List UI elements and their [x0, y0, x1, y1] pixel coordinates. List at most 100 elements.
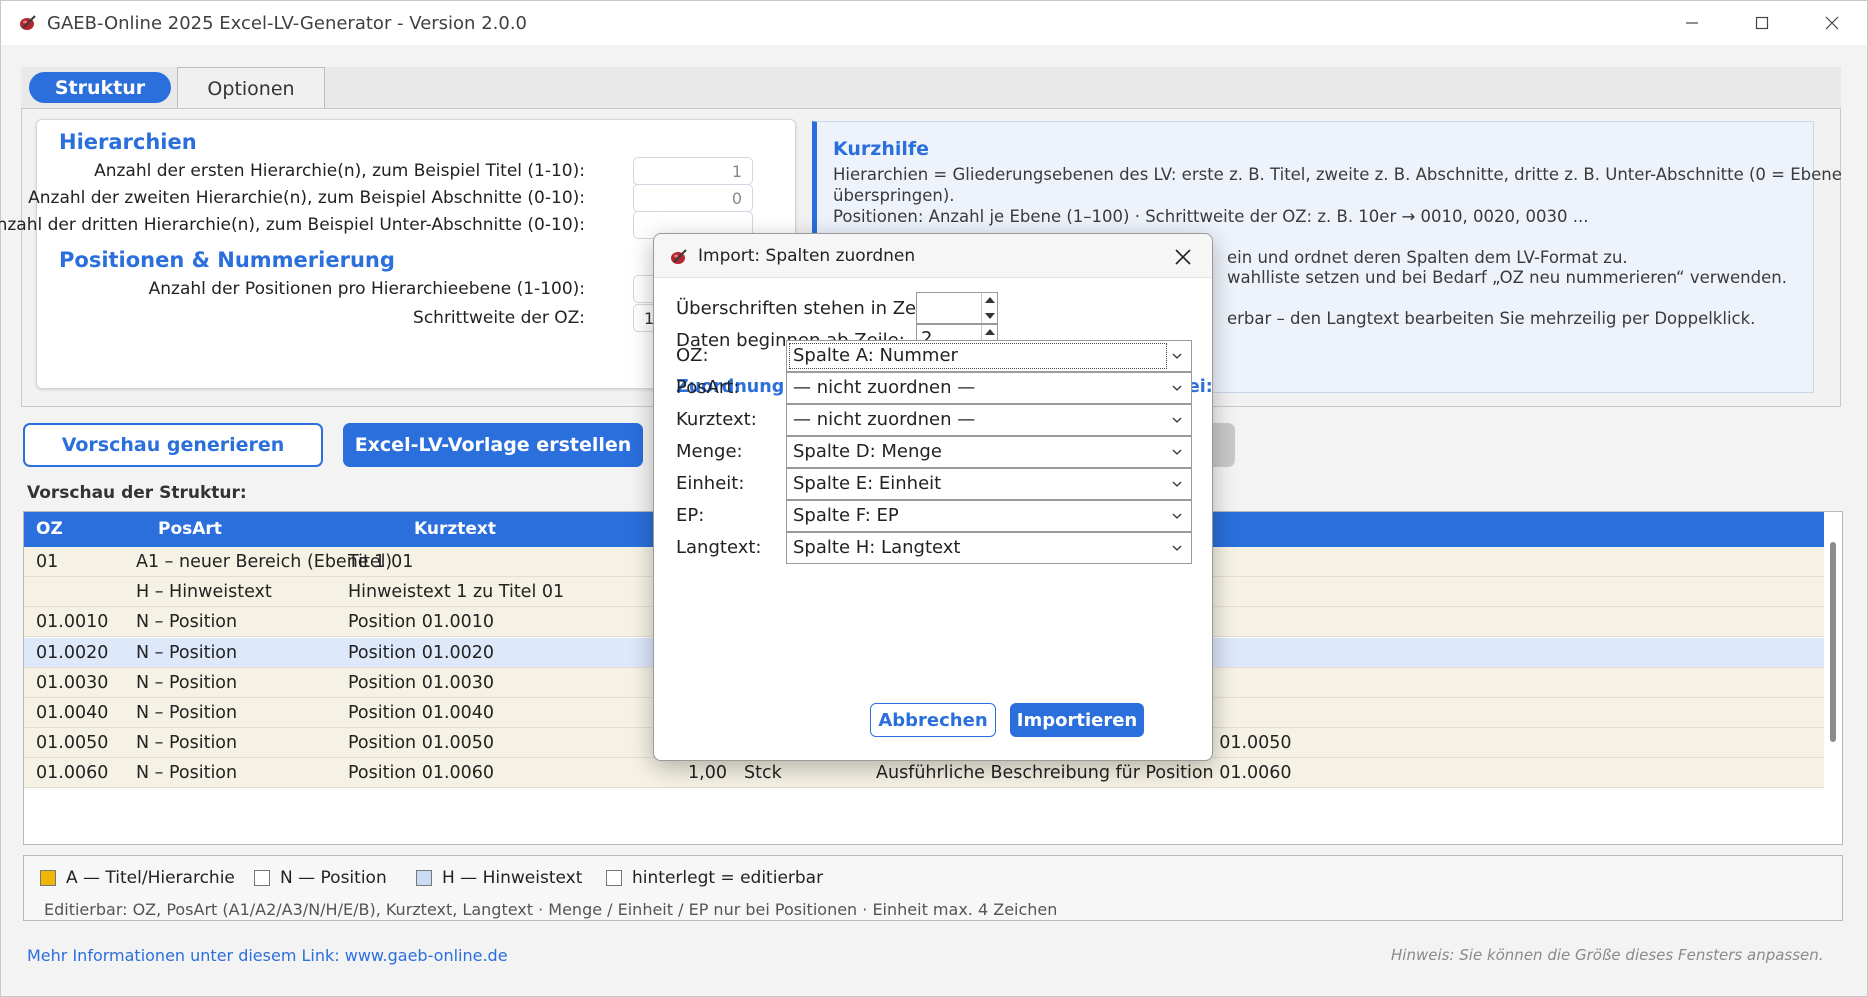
dialog-title: Import: Spalten zuordnen — [698, 246, 916, 266]
swatch-editable — [606, 870, 622, 886]
cell-langtext[interactable]: Ausführliche Beschreibung für Position 0… — [876, 763, 1292, 783]
first-hierarchy-input[interactable]: 1 — [633, 157, 753, 185]
chevron-down-icon[interactable] — [1171, 382, 1183, 394]
app-logo-icon — [671, 249, 687, 264]
app-logo-icon — [20, 15, 36, 30]
import-column-mapping-dialog: Import: Spalten zuordnen Überschriften s… — [653, 233, 1213, 761]
legend: A — Titel/Hierarchie N — Position H — Hi… — [23, 855, 1843, 921]
swatch-h — [416, 870, 432, 886]
legend-label-h: H — Hinweistext — [442, 868, 583, 888]
mapping-select[interactable]: Spalte F: EP — [786, 500, 1192, 532]
cell-oz[interactable]: 01.0040 — [36, 703, 108, 723]
mapping-label: Langtext: — [676, 537, 762, 558]
legend-label-a: A — Titel/Hierarchie — [66, 868, 235, 888]
cell-kurztext[interactable]: Titel 01 — [348, 552, 413, 572]
window-title: GAEB-Online 2025 Excel-LV-Generator - Ve… — [47, 13, 527, 34]
mapping-select[interactable]: Spalte H: Langtext — [786, 532, 1192, 564]
help-line: Hierarchien = Gliederungsebenen des LV: … — [833, 165, 1842, 184]
second-hierarchy-label: Anzahl der zweiten Hierarchie(n), zum Be… — [28, 188, 585, 208]
chevron-down-icon[interactable] — [1171, 542, 1183, 554]
app-window: GAEB-Online 2025 Excel-LV-Generator - Ve… — [0, 0, 1868, 997]
cell-oz[interactable]: 01.0010 — [36, 612, 108, 632]
spin-up-icon[interactable] — [985, 329, 995, 335]
second-hierarchy-input[interactable]: 0 — [633, 184, 753, 212]
info-link[interactable]: Mehr Informationen unter diesem Link: ww… — [27, 946, 508, 965]
cell-oz[interactable]: 01.0050 — [36, 733, 108, 753]
preview-button[interactable]: Vorschau generieren — [23, 423, 323, 467]
cell-posart[interactable]: N – Position — [136, 673, 237, 693]
focus-ring — [789, 343, 1167, 369]
swatch-a — [40, 870, 56, 886]
spinner-arrows[interactable] — [981, 293, 997, 323]
mapping-label: Menge: — [676, 441, 743, 462]
cell-oz[interactable]: 01.0060 — [36, 763, 108, 783]
cell-oz[interactable]: 01.0020 — [36, 643, 108, 663]
mapping-value: Spalte F: EP — [793, 505, 899, 526]
column-header-posart[interactable]: PosArt — [158, 519, 222, 539]
cell-posart[interactable]: N – Position — [136, 763, 237, 783]
dialog-close-icon[interactable] — [1170, 244, 1196, 270]
cell-kurztext[interactable]: Hinweistext 1 zu Titel 01 — [348, 582, 564, 602]
table-row[interactable]: 01.0060 N – Position Position 01.0060 1,00 S… — [24, 758, 1824, 789]
header-row-label: Überschriften stehen in Zeile: — [676, 298, 944, 319]
cell-kurztext[interactable]: Position 01.0040 — [348, 703, 494, 723]
cell-posart[interactable]: N – Position — [136, 643, 237, 663]
tab-optionen[interactable]: Optionen — [177, 67, 325, 109]
cell-posart[interactable]: H – Hinweistext — [136, 582, 272, 602]
cell-kurztext[interactable]: Position 01.0050 — [348, 733, 494, 753]
chevron-down-icon[interactable] — [1171, 510, 1183, 522]
preview-label: Vorschau der Struktur: — [27, 483, 247, 503]
maximize-icon — [1755, 16, 1769, 30]
close-window-button[interactable] — [1797, 1, 1867, 45]
tab-struktur[interactable]: Struktur — [29, 72, 171, 103]
mapping-select[interactable]: Spalte E: Einheit — [786, 468, 1192, 500]
oz-step-label: Schrittweite der OZ: — [413, 308, 585, 328]
mapping-value: Spalte D: Menge — [793, 441, 942, 462]
mapping-select[interactable]: — nicht zuordnen — — [786, 404, 1192, 436]
maximize-button[interactable] — [1727, 1, 1797, 45]
spin-up-icon[interactable] — [985, 297, 995, 303]
mapping-select[interactable]: Spalte A: Nummer — [786, 340, 1192, 372]
close-icon — [1825, 16, 1839, 30]
chevron-down-icon[interactable] — [1171, 446, 1183, 458]
legend-item-editable: hinterlegt = editierbar — [606, 868, 823, 888]
chevron-down-icon[interactable] — [1171, 350, 1183, 362]
create-excel-template-button[interactable]: Excel-LV-Vorlage erstellen — [343, 423, 643, 467]
cell-oz[interactable]: 01 — [36, 552, 58, 572]
mapping-value: Spalte E: Einheit — [793, 473, 942, 494]
chevron-down-icon[interactable] — [1171, 478, 1183, 490]
cell-einheit[interactable]: Stck — [744, 763, 782, 783]
minimize-button[interactable] — [1657, 1, 1727, 45]
legend-note: Editierbar: OZ, PosArt (A1/A2/A3/N/H/E/B… — [44, 900, 1058, 919]
third-hierarchy-label: Anzahl der dritten Hierarchie(n), zum Be… — [0, 215, 585, 235]
cell-posart[interactable]: N – Position — [136, 703, 237, 723]
cell-oz[interactable]: 01.0030 — [36, 673, 108, 693]
cell-kurztext[interactable]: Position 01.0020 — [348, 643, 494, 663]
first-hierarchy-label: Anzahl der ersten Hierarchie(n), zum Bei… — [94, 161, 585, 181]
spin-down-icon[interactable] — [985, 313, 995, 319]
mapping-value: Spalte H: Langtext — [793, 537, 961, 558]
cell-kurztext[interactable]: Position 01.0060 — [348, 763, 494, 783]
header-row-spinner[interactable] — [916, 292, 998, 324]
mapping-value: — nicht zuordnen — — [793, 409, 976, 430]
column-header-kurztext[interactable]: Kurztext — [414, 519, 496, 539]
help-line: überspringen). — [833, 186, 955, 205]
cell-kurztext[interactable]: Position 01.0010 — [348, 612, 494, 632]
cell-menge[interactable]: 1,00 — [688, 763, 727, 783]
import-button[interactable]: Importieren — [1010, 703, 1144, 737]
mapping-select[interactable]: — nicht zuordnen — — [786, 372, 1192, 404]
legend-label-editable: hinterlegt = editierbar — [632, 868, 824, 888]
chevron-down-icon[interactable] — [1171, 414, 1183, 426]
help-line: wahlliste setzen und bei Bedarf „OZ neu … — [1227, 268, 1787, 287]
column-header-oz[interactable]: OZ — [36, 519, 63, 539]
mapping-select[interactable]: Spalte D: Menge — [786, 436, 1192, 468]
help-line: erbar – den Langtext bearbeiten Sie mehr… — [1227, 309, 1756, 328]
minimize-icon — [1686, 22, 1698, 24]
quick-help-title: Kurzhilfe — [833, 138, 930, 160]
cancel-button[interactable]: Abbrechen — [870, 703, 996, 737]
cell-kurztext[interactable]: Position 01.0030 — [348, 673, 494, 693]
mapping-label: PosArt: — [676, 377, 740, 398]
cell-posart[interactable]: N – Position — [136, 733, 237, 753]
cell-posart[interactable]: N – Position — [136, 612, 237, 632]
table-scrollbar[interactable] — [1830, 542, 1836, 742]
